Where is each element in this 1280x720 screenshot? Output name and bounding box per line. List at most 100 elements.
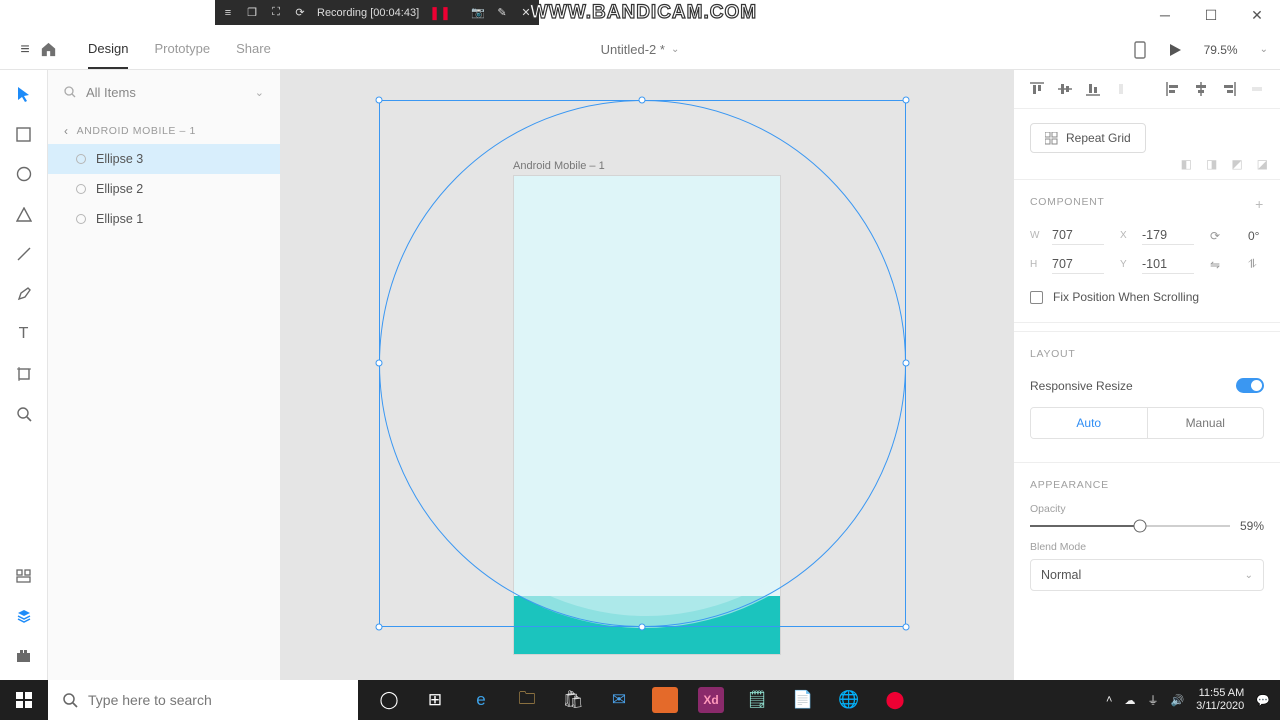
explorer-icon[interactable]: 🗀 [504, 680, 550, 720]
assets-icon[interactable] [14, 566, 34, 586]
resize-handle[interactable] [903, 624, 910, 631]
play-icon[interactable] [1168, 43, 1182, 57]
app-icon[interactable] [652, 687, 678, 713]
edge-icon[interactable]: e [458, 680, 504, 720]
y-input[interactable] [1142, 255, 1194, 274]
network-icon[interactable]: ⏚ [1147, 692, 1158, 708]
boolean-subtract-icon[interactable]: ◨ [1206, 157, 1217, 171]
canvas[interactable]: Android Mobile – 1 [281, 70, 1013, 680]
layers-search[interactable]: All Items ⌄ [48, 70, 280, 114]
align-right-icon[interactable] [1222, 82, 1236, 96]
ellipse-icon [76, 154, 86, 164]
align-vcenter-icon[interactable] [1058, 82, 1072, 96]
align-left-icon[interactable] [1166, 82, 1180, 96]
camera-icon[interactable]: 📷 [471, 6, 485, 20]
pencil-icon[interactable]: ✎ [495, 6, 509, 20]
rotation-value[interactable]: 0° [1248, 229, 1278, 243]
zoom-tool-icon[interactable] [14, 404, 34, 424]
taskbar-search[interactable]: Type here to search [48, 680, 358, 720]
height-label: H [1030, 259, 1044, 270]
task-view-icon[interactable]: ⊞ [412, 680, 458, 720]
boolean-intersect-icon[interactable]: ◩ [1231, 157, 1242, 171]
boolean-exclude-icon[interactable]: ◪ [1257, 157, 1268, 171]
layer-item[interactable]: Ellipse 1 [48, 204, 280, 234]
height-input[interactable] [1052, 255, 1104, 274]
ellipse-tool-icon[interactable] [14, 164, 34, 184]
add-component-icon[interactable]: + [1255, 196, 1264, 212]
resize-handle[interactable] [903, 360, 910, 367]
artboard-tool-icon[interactable] [14, 364, 34, 384]
width-input[interactable] [1052, 226, 1104, 245]
blend-mode-select[interactable]: Normal ⌄ [1030, 559, 1264, 591]
maximize-button[interactable]: ☐ [1188, 0, 1234, 30]
flip-v-icon[interactable]: ⥮ [1248, 257, 1278, 272]
volume-icon[interactable]: 🔊 [1170, 694, 1184, 707]
align-hcenter-icon[interactable] [1194, 82, 1208, 96]
crop-icon[interactable]: ⛶ [269, 6, 283, 20]
recorder-icon[interactable]: ⬤ [872, 680, 918, 720]
document-title[interactable]: Untitled-2 * ⌄ [601, 42, 680, 57]
xd-icon[interactable]: Xd [698, 687, 724, 713]
cortana-icon[interactable]: ◯ [366, 680, 412, 720]
start-button[interactable] [0, 680, 48, 720]
resize-handle[interactable] [376, 624, 383, 631]
resize-manual[interactable]: Manual [1147, 408, 1264, 438]
align-bottom-icon[interactable] [1086, 82, 1100, 96]
tray-chevron-icon[interactable]: ˄ [1106, 694, 1112, 706]
select-tool-icon[interactable] [14, 84, 34, 104]
app-menu-icon[interactable]: ≡ [10, 41, 40, 59]
layer-item[interactable]: Ellipse 3 [48, 144, 280, 174]
mail-icon[interactable]: ✉ [596, 680, 642, 720]
resize-handle[interactable] [639, 97, 646, 104]
store-icon[interactable]: 🛍 [550, 680, 596, 720]
tab-share[interactable]: Share [236, 30, 271, 69]
opacity-slider[interactable]: 59% [1030, 515, 1264, 537]
fix-position-label: Fix Position When Scrolling [1053, 290, 1199, 304]
zoom-level[interactable]: 79.5% [1204, 43, 1238, 57]
align-top-icon[interactable] [1030, 82, 1044, 96]
responsive-toggle[interactable] [1236, 378, 1264, 393]
resize-handle[interactable] [639, 624, 646, 631]
pen-tool-icon[interactable] [14, 284, 34, 304]
rectangle-tool-icon[interactable] [14, 124, 34, 144]
boolean-add-icon[interactable]: ◧ [1181, 157, 1192, 171]
resize-auto[interactable]: Auto [1031, 408, 1147, 438]
line-tool-icon[interactable] [14, 244, 34, 264]
distribute-v-icon[interactable] [1114, 82, 1128, 96]
onedrive-icon[interactable]: ☁ [1124, 694, 1135, 707]
x-input[interactable] [1142, 226, 1194, 245]
layers-icon[interactable] [14, 606, 34, 626]
resize-handle[interactable] [376, 97, 383, 104]
app-menubar: ≡ Design Prototype Share Untitled-2 * ⌄ … [0, 30, 1280, 70]
resize-handle[interactable] [903, 97, 910, 104]
device-preview-icon[interactable] [1134, 41, 1146, 59]
chrome-icon[interactable]: 🌐 [826, 680, 872, 720]
text-tool-icon[interactable]: T [14, 324, 34, 344]
tab-design[interactable]: Design [88, 30, 128, 69]
distribute-h-icon[interactable] [1250, 82, 1264, 96]
rotate-icon[interactable]: ⟳ [1210, 229, 1240, 243]
layer-item[interactable]: Ellipse 2 [48, 174, 280, 204]
close-button[interactable]: ✕ [1234, 0, 1280, 30]
notepad-icon[interactable]: 🗒 [734, 680, 780, 720]
notifications-icon[interactable]: 💬 [1256, 694, 1270, 707]
window-icon[interactable]: ❐ [245, 6, 259, 20]
resize-mode-segmented[interactable]: Auto Manual [1030, 407, 1264, 439]
menu-icon[interactable]: ≡ [221, 6, 235, 20]
minimize-button[interactable]: ─ [1142, 0, 1188, 30]
flip-h-icon[interactable]: ⇋ [1210, 258, 1240, 272]
fix-position-checkbox[interactable] [1030, 291, 1043, 304]
selection-bounds[interactable] [379, 100, 906, 627]
resize-handle[interactable] [376, 360, 383, 367]
layers-breadcrumb[interactable]: ‹ ANDROID MOBILE – 1 [48, 114, 280, 144]
word-icon[interactable]: 📄 [780, 680, 826, 720]
pause-icon[interactable]: ❚❚ [429, 5, 451, 21]
repeat-grid-button[interactable]: Repeat Grid [1030, 123, 1146, 153]
home-icon[interactable] [40, 42, 70, 57]
polygon-tool-icon[interactable] [14, 204, 34, 224]
overlay-icon[interactable]: ⟳ [293, 6, 307, 20]
tab-prototype[interactable]: Prototype [154, 30, 210, 69]
taskbar-clock[interactable]: 11:55 AM 3/11/2020 [1196, 687, 1244, 712]
chevron-down-icon[interactable]: ⌄ [1260, 44, 1268, 55]
plugins-icon[interactable] [14, 646, 34, 666]
